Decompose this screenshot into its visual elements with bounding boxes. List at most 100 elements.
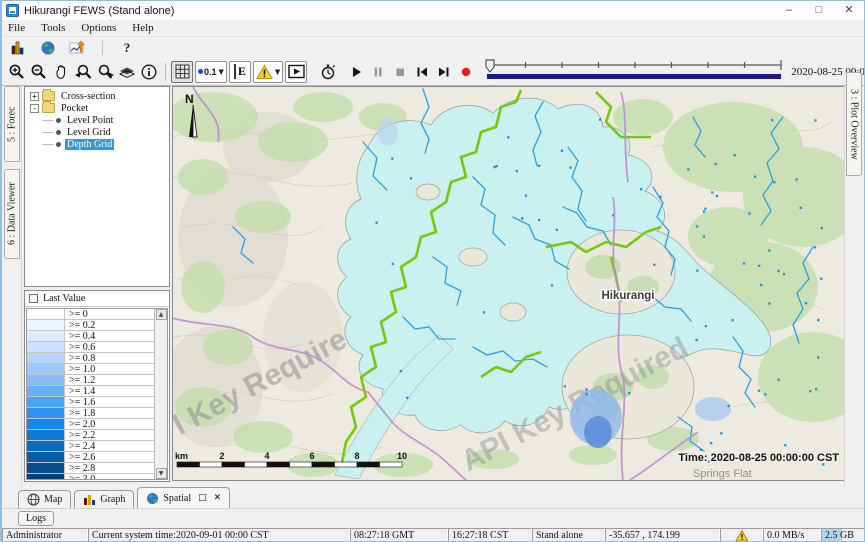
legend-row-label: >= 0: [65, 309, 154, 319]
close-icon[interactable]: ✕: [834, 1, 864, 20]
info-icon[interactable]: [138, 61, 160, 83]
grid-display-button[interactable]: [171, 61, 193, 83]
legend-color-swatch: [27, 386, 65, 396]
bar-chart-icon: [83, 493, 96, 506]
warning-threshold-dropdown[interactable]: ▼: [253, 61, 283, 83]
step-to-end-icon[interactable]: [433, 61, 455, 83]
zoom-in-icon[interactable]: [6, 61, 28, 83]
svg-text:N: N: [185, 92, 194, 106]
last-value-checkbox[interactable]: [29, 294, 38, 303]
tab-graph[interactable]: Graph: [74, 490, 134, 508]
warning-icon: [256, 64, 273, 80]
maximize-icon[interactable]: □: [804, 1, 834, 20]
layer-bullet-icon: [56, 142, 61, 147]
close-panel-icon[interactable]: ✕: [214, 493, 222, 503]
tree-toggle-icon[interactable]: -: [30, 104, 39, 113]
help-icon[interactable]: ?: [117, 39, 137, 57]
stop-icon[interactable]: [389, 61, 411, 83]
minimize-icon[interactable]: –: [774, 1, 804, 20]
tab-spatial[interactable]: Spatial □ ✕: [137, 487, 230, 508]
layers-icon[interactable]: [116, 61, 138, 83]
status-warning-cell[interactable]: [720, 528, 763, 542]
map-display-icon[interactable]: [38, 39, 58, 57]
tab-forecasts[interactable]: 5 : Forec: [4, 86, 20, 162]
tab-plot-overview[interactable]: 3 : Plot Overview: [846, 72, 862, 176]
legend-row: >= 1.8: [27, 408, 154, 419]
animation-panel-button[interactable]: [285, 61, 307, 83]
title-bar: Hikurangi FEWS (Stand alone) – □ ✕: [2, 1, 864, 20]
legend-row: >= 0.2: [27, 320, 154, 331]
legend-row: >= 2.8: [27, 463, 154, 474]
legend-row-label: >= 2.8: [65, 463, 154, 473]
tree-toggle-icon[interactable]: +: [30, 92, 39, 101]
layers-tree: + Cross-section - Pocket: [24, 86, 170, 287]
scroll-up-icon[interactable]: ▲: [156, 309, 167, 320]
contour-interval-dropdown[interactable]: 0.1 ▼: [195, 61, 227, 83]
float-panel-icon[interactable]: □: [198, 493, 207, 503]
legend-color-swatch: [27, 309, 65, 319]
legend-title: Last Value: [43, 293, 85, 304]
tab-map[interactable]: Map: [18, 490, 71, 508]
tree-item[interactable]: - Pocket: [25, 102, 169, 114]
legend-row-label: >= 1.8: [65, 408, 154, 418]
legend-row-label: >= 0.8: [65, 353, 154, 363]
zoom-out-icon[interactable]: [28, 61, 50, 83]
map-canvas[interactable]: API Key Required API Key Required: [172, 86, 848, 481]
menu-item[interactable]: File: [8, 22, 25, 34]
tree-item-label[interactable]: Level Point: [65, 115, 115, 126]
tree-item-label[interactable]: Depth Grid: [65, 139, 114, 150]
tree-item-label[interactable]: Pocket: [59, 103, 90, 114]
legend-row: >= 1.4: [27, 386, 154, 397]
status-coordinates: -35.657 , 174.199: [605, 528, 720, 542]
layer-bullet-icon: [56, 118, 61, 123]
legend-scrollbar[interactable]: ▲ ▼: [154, 309, 167, 479]
menu-item[interactable]: Options: [81, 22, 116, 34]
status-mode: Stand alone: [532, 528, 605, 542]
tree-item-label[interactable]: Cross-section: [59, 91, 117, 102]
layer-bullet-icon: [56, 130, 61, 135]
legend-header: Last Value: [25, 291, 169, 307]
status-download-rate: 0.0 MB/s: [763, 528, 821, 542]
legend-color-swatch: [27, 320, 65, 330]
play-icon[interactable]: [345, 61, 367, 83]
scroll-down-icon[interactable]: ▼: [156, 468, 167, 479]
labels-toggle-button[interactable]: E: [229, 61, 251, 83]
pan-hand-icon[interactable]: [50, 61, 72, 83]
tree-item[interactable]: Depth Grid: [25, 138, 169, 150]
tree-item[interactable]: Level Grid: [25, 126, 169, 138]
legend-color-swatch: [27, 474, 65, 479]
legend-color-swatch: [27, 397, 65, 407]
zoom-next-icon[interactable]: [94, 61, 116, 83]
menu-item[interactable]: Tools: [41, 22, 65, 34]
tab-graph-label: Graph: [100, 494, 125, 505]
svg-text:8: 8: [354, 451, 359, 461]
time-slider[interactable]: [485, 58, 785, 85]
pause-icon[interactable]: [367, 61, 389, 83]
tree-item[interactable]: Level Point: [25, 114, 169, 126]
legend-row-label: >= 2.2: [65, 430, 154, 440]
tab-data-viewer[interactable]: 6 : Data Viewer: [4, 169, 20, 259]
timeseries-display-icon[interactable]: [68, 39, 88, 57]
legend-row-label: >= 1.2: [65, 375, 154, 385]
legend-row: >= 1.0: [27, 364, 154, 375]
main-toolbar: ?: [2, 37, 864, 58]
animation-settings-icon[interactable]: [317, 61, 339, 83]
legend-color-swatch: [27, 353, 65, 363]
legend-row: >= 3.0: [27, 474, 154, 479]
bottom-tab-bar: Map Graph Spatial □ ✕: [2, 486, 864, 509]
town-label: Hikurangi: [601, 290, 654, 302]
legend-color-swatch: [27, 463, 65, 473]
app-logo-icon: [6, 4, 19, 17]
legend-row: >= 0: [27, 309, 154, 320]
tree-item-label[interactable]: Level Grid: [65, 127, 113, 138]
logs-button[interactable]: Logs: [18, 511, 54, 526]
database-viewer-icon[interactable]: [8, 39, 28, 57]
legend-row-label: >= 1.0: [65, 364, 154, 374]
zoom-previous-icon[interactable]: [72, 61, 94, 83]
logs-row: Logs: [2, 509, 864, 528]
record-icon[interactable]: [455, 61, 477, 83]
menu-item[interactable]: Help: [132, 22, 153, 34]
legend-row-label: >= 2.4: [65, 441, 154, 451]
step-to-start-icon[interactable]: [411, 61, 433, 83]
warning-icon: [735, 530, 749, 542]
